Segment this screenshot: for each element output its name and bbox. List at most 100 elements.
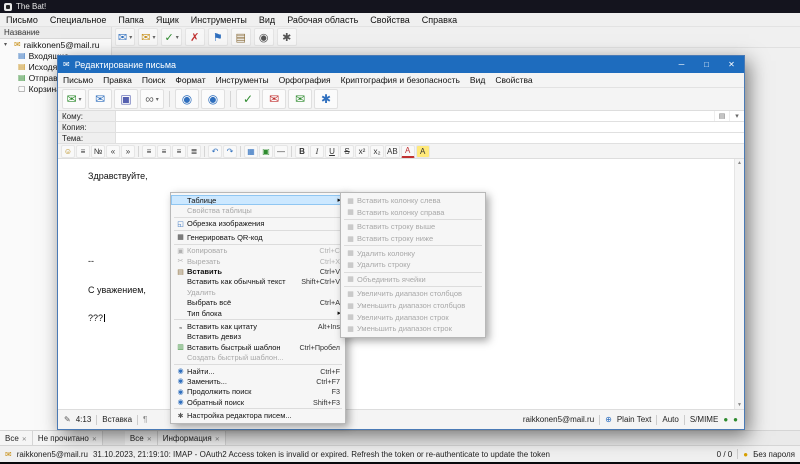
flag-button[interactable]: ⚑ xyxy=(207,28,228,46)
numbered-list-button[interactable]: № xyxy=(91,144,105,158)
menubar-item[interactable]: Криптография и безопасность xyxy=(336,75,465,85)
font-color-button[interactable]: A xyxy=(400,144,415,158)
menubar-item[interactable]: Специальное xyxy=(44,15,113,25)
address-book-button[interactable]: ▤ xyxy=(230,28,251,46)
check-mail-button[interactable]: ✓ xyxy=(161,28,182,46)
menubar-item[interactable]: Рабочая область xyxy=(281,15,364,25)
tab-close-icon[interactable] xyxy=(215,434,220,443)
close-button[interactable]: ✕ xyxy=(719,56,744,73)
align-left-button[interactable]: ≡ xyxy=(142,144,156,158)
menu-item-find-next[interactable]: ◉ Продолжить поиск F3 xyxy=(171,387,345,397)
to-input[interactable] xyxy=(116,111,714,121)
menubar-item[interactable]: Вид xyxy=(253,15,281,25)
expand-icon[interactable]: ▾ xyxy=(4,41,11,48)
redo-button[interactable]: ↷ xyxy=(223,144,237,158)
create-message-button[interactable]: ✉ xyxy=(115,28,136,46)
menubar-item[interactable]: Инструменты xyxy=(211,75,274,85)
tab-close-icon[interactable] xyxy=(147,434,152,443)
menu-item-insert-motto[interactable]: Вставить девиз xyxy=(171,332,345,342)
menubar-item[interactable]: Папка xyxy=(112,15,150,25)
menubar-item[interactable]: Орфография xyxy=(274,75,336,85)
menu-item-crop-image[interactable]: ◱ Обрезка изображения xyxy=(171,219,345,229)
tab[interactable]: Не прочитано xyxy=(32,431,103,445)
tab-close-icon[interactable] xyxy=(92,434,97,443)
menu-item-paste[interactable]: ▤ Вставить Ctrl+V xyxy=(171,266,345,276)
minimize-button[interactable]: ─ xyxy=(669,56,694,73)
menu-item-replace[interactable]: ◉ Заменить... Ctrl+F7 xyxy=(171,376,345,386)
highlight-button[interactable]: A xyxy=(415,144,430,158)
address-dropdown-icon[interactable]: ▾ xyxy=(729,111,744,121)
settings-button[interactable]: ✱ xyxy=(276,28,297,46)
tab[interactable]: Все xyxy=(0,431,33,445)
menu-item-find-prev[interactable]: ◉ Обратный поиск Shift+F3 xyxy=(171,397,345,407)
align-right-button[interactable]: ≡ xyxy=(172,144,186,158)
menubar-item[interactable]: Справка xyxy=(416,15,463,25)
subscript-button[interactable]: x₂ xyxy=(370,144,384,158)
menubar-item[interactable]: Свойства xyxy=(490,75,537,85)
address-book-icon[interactable]: ▤ xyxy=(714,111,729,121)
italic-button[interactable]: I xyxy=(310,144,324,158)
menubar-item[interactable]: Поиск xyxy=(137,75,171,85)
menubar-item[interactable]: Письмо xyxy=(58,75,98,85)
menu-item-block-type[interactable]: Тип блока xyxy=(171,308,345,318)
find-button[interactable]: ◉ xyxy=(175,89,199,109)
menu-item-generate-qr[interactable]: ▦ Генерировать QR-код xyxy=(171,232,345,242)
search-button[interactable]: ◉ xyxy=(253,28,274,46)
bullet-list-button[interactable]: ≡ xyxy=(76,144,90,158)
save-button[interactable]: ▣ xyxy=(114,89,138,109)
underline-button[interactable]: U xyxy=(325,144,339,158)
menubar-item[interactable]: Вид xyxy=(465,75,490,85)
menu-item-select-all[interactable]: Выбрать всё Ctrl+A xyxy=(171,298,345,308)
menu-item-paste-plain[interactable]: Вставить как обычный текст Shift+Ctrl+V xyxy=(171,277,345,287)
privacy-button[interactable]: ✱ xyxy=(314,89,338,109)
send-button[interactable]: ✉ xyxy=(62,89,86,109)
attach-button[interactable]: ∞ xyxy=(140,89,164,109)
menu-item-insert-quick-template[interactable]: ▥ Вставить быстрый шаблон Ctrl+Пробел xyxy=(171,342,345,352)
subject-input[interactable] xyxy=(116,133,744,143)
separator xyxy=(204,145,205,157)
delete-button[interactable]: ✗ xyxy=(184,28,205,46)
menubar-item[interactable]: Правка xyxy=(98,75,137,85)
menu-item-find[interactable]: ◉ Найти... Ctrl+F xyxy=(171,366,345,376)
strike-button[interactable]: S xyxy=(340,144,354,158)
font-button[interactable]: AB xyxy=(385,144,400,158)
account-row[interactable]: ▾ ✉ raikkonen5@mail.ru xyxy=(0,39,111,50)
menu-item-editor-settings[interactable]: ✱ Настройка редактора писем... xyxy=(171,410,345,420)
encrypt-button[interactable]: ✉ xyxy=(262,89,286,109)
maximize-button[interactable]: □ xyxy=(694,56,719,73)
outdent-button[interactable]: « xyxy=(106,144,120,158)
reply-button[interactable]: ✉ xyxy=(138,28,159,46)
message-format[interactable]: Plain Text xyxy=(617,415,652,424)
menu-item-paste-as-quote[interactable]: „ Вставить как цитату Alt+Ins xyxy=(171,321,345,331)
menubar-item[interactable]: Ящик xyxy=(150,15,185,25)
insert-table-button[interactable]: ▦ xyxy=(244,144,258,158)
security-mode[interactable]: S/MIME xyxy=(690,415,718,424)
insert-rule-button[interactable]: — xyxy=(274,144,288,158)
insert-image-button[interactable]: ▣ xyxy=(259,144,273,158)
align-center-button[interactable]: ≡ xyxy=(157,144,171,158)
superscript-button[interactable]: x² xyxy=(355,144,369,158)
scroll-up-icon[interactable]: ▲ xyxy=(737,160,742,166)
menubar-item[interactable]: Формат xyxy=(170,75,210,85)
justify-button[interactable]: ≣ xyxy=(187,144,201,158)
menu-item-table[interactable]: Таблице xyxy=(171,195,345,206)
tab[interactable]: Информация xyxy=(157,431,226,445)
editor-scrollbar[interactable]: ▲ ▼ xyxy=(734,159,744,409)
menubar-item[interactable]: Письмо xyxy=(0,15,44,25)
bold-button[interactable]: B xyxy=(295,144,309,158)
menubar-item[interactable]: Свойства xyxy=(364,15,416,25)
find-next-button[interactable]: ◉ xyxy=(201,89,225,109)
menubar-item[interactable]: Инструменты xyxy=(185,15,253,25)
sign-button[interactable]: ✉ xyxy=(288,89,312,109)
smiley-button[interactable]: ☺ xyxy=(61,144,75,158)
indent-button[interactable]: » xyxy=(121,144,135,158)
send-later-button[interactable]: ✉ xyxy=(88,89,112,109)
scroll-down-icon[interactable]: ▼ xyxy=(737,402,742,408)
tab-close-icon[interactable] xyxy=(22,434,27,443)
tab[interactable]: Все xyxy=(124,431,158,445)
main-titlebar: The Bat! xyxy=(0,0,800,13)
charset[interactable]: Auto xyxy=(662,415,678,424)
spell-check-button[interactable]: ✓ xyxy=(236,89,260,109)
cc-input[interactable] xyxy=(116,122,744,132)
undo-button[interactable]: ↶ xyxy=(208,144,222,158)
